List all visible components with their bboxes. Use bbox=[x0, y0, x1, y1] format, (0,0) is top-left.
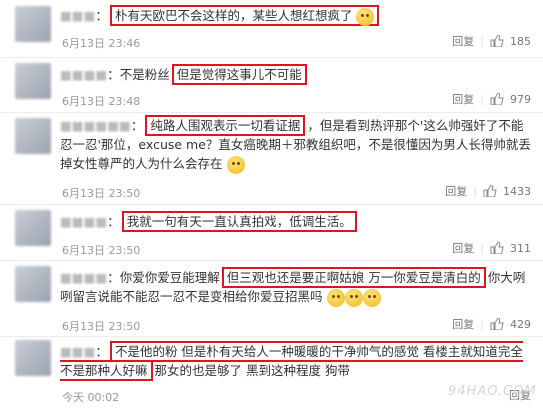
timestamp: 6月13日 23:50 bbox=[62, 320, 141, 333]
username-blurred[interactable]: ■■■■ bbox=[60, 214, 107, 229]
timestamp: 6月13日 23:50 bbox=[62, 244, 141, 257]
reply-link[interactable]: 回复 bbox=[452, 316, 474, 332]
comment-text: ■■■■：不是粉丝 但是觉得这事儿不可能 bbox=[60, 64, 533, 85]
comment-text: ■■■■■■： 纯路人围观表示一切看证据 ，但是看到热评那个'这么帅强奸了不能忍一忍… bbox=[60, 115, 533, 174]
comment-actions: 回复 | 429 bbox=[452, 316, 531, 332]
emoji-icon bbox=[356, 7, 375, 26]
comment-item: ■■■■■■： 纯路人围观表示一切看证据 ，但是看到热评那个'这么帅强奸了不能忍一忍… bbox=[0, 112, 543, 205]
comment-item: ■■■■：不是粉丝 但是觉得这事儿不可能 6月13日 23:48 回复 | 979 bbox=[0, 57, 543, 113]
username-blurred[interactable]: ■■■ bbox=[60, 344, 95, 359]
like-count: 429 bbox=[510, 317, 531, 331]
username-blurred[interactable]: ■■■■ bbox=[60, 67, 107, 82]
like-count: 1433 bbox=[503, 184, 531, 198]
comment-actions: 回复 | 185 bbox=[452, 33, 531, 49]
emoji-icon bbox=[362, 288, 381, 307]
comment-actions: 回复 | 979 bbox=[452, 91, 531, 107]
like-count: 311 bbox=[510, 241, 531, 255]
thumbs-up-icon[interactable] bbox=[490, 318, 504, 330]
comment-text: ■■■■：你爱你爱豆能理解 但三观也还是要正啊姑娘 万一你爱豆是清白的 你大咧咧留言… bbox=[60, 267, 533, 307]
highlight-box: 纯路人围观表示一切看证据 bbox=[145, 115, 306, 136]
thumbs-up-icon[interactable] bbox=[483, 185, 497, 197]
comment-text: ■■■■： 我就一句有天一直认真拍戏，低调生活。 bbox=[60, 211, 533, 232]
comment-feed: ■■■： 朴有天欧巴不会这样的，某些人想红想疯了 6月13日 23:46 回复 |… bbox=[0, 0, 543, 409]
comment-text: ■■■： 朴有天欧巴不会这样的，某些人想红想疯了 bbox=[60, 5, 533, 26]
thumbs-up-icon[interactable] bbox=[490, 93, 504, 105]
comment-text: ■■■： 不是他的粉 但是朴有天给人一种暖暖的干净帅气的感觉 看楼主就知道完全不是… bbox=[60, 341, 533, 381]
comment-item: ■■■■：你爱你爱豆能理解 但三观也还是要正啊姑娘 万一你爱豆是清白的 你大咧咧留言… bbox=[0, 260, 543, 337]
username-blurred[interactable]: ■■■■ bbox=[60, 270, 107, 285]
emoji-icon bbox=[326, 288, 345, 307]
reply-link[interactable]: 回复 bbox=[452, 33, 474, 49]
thumbs-up-icon[interactable] bbox=[490, 242, 504, 254]
like-count: 979 bbox=[510, 92, 531, 106]
highlight-box: 但是觉得这事儿不可能 bbox=[171, 64, 307, 85]
timestamp: 6月13日 23:48 bbox=[62, 95, 141, 108]
reply-link[interactable]: 回复 bbox=[452, 240, 474, 256]
highlight-box: 我就一句有天一直认真拍戏，低调生活。 bbox=[121, 211, 357, 232]
timestamp: 6月13日 23:46 bbox=[62, 37, 141, 50]
avatar[interactable] bbox=[15, 340, 51, 376]
timestamp: 今天 00:02 bbox=[62, 391, 120, 404]
avatar[interactable] bbox=[15, 118, 51, 154]
comment-item: ■■■■： 我就一句有天一直认真拍戏，低调生活。 6月13日 23:50 回复 |… bbox=[0, 204, 543, 261]
emoji-icon bbox=[226, 155, 245, 174]
reply-link[interactable]: 回复 bbox=[452, 91, 474, 107]
avatar[interactable] bbox=[15, 210, 51, 246]
username-blurred[interactable]: ■■■■■■ bbox=[60, 118, 131, 133]
highlight-box: 朴有天欧巴不会这样的，某些人想红想疯了 bbox=[109, 5, 380, 26]
avatar[interactable] bbox=[15, 266, 51, 302]
username-blurred[interactable]: ■■■ bbox=[60, 8, 95, 23]
comment-item: ■■■： 朴有天欧巴不会这样的，某些人想红想疯了 6月13日 23:46 回复 |… bbox=[0, 0, 543, 58]
avatar[interactable] bbox=[15, 63, 51, 99]
like-count: 185 bbox=[510, 34, 531, 48]
highlight-box: 但三观也还是要正啊姑娘 万一你爱豆是清白的 bbox=[221, 267, 486, 288]
timestamp: 6月13日 23:50 bbox=[62, 187, 141, 200]
reply-link[interactable]: 回复 bbox=[445, 183, 467, 199]
comment-actions: 回复 | 311 bbox=[452, 240, 531, 256]
watermark: 94HAO.COM bbox=[448, 384, 537, 399]
avatar[interactable] bbox=[15, 6, 51, 42]
thumbs-up-icon[interactable] bbox=[490, 35, 504, 47]
emoji-icon bbox=[344, 288, 363, 307]
comment-actions: 回复 | 1433 bbox=[445, 183, 531, 199]
